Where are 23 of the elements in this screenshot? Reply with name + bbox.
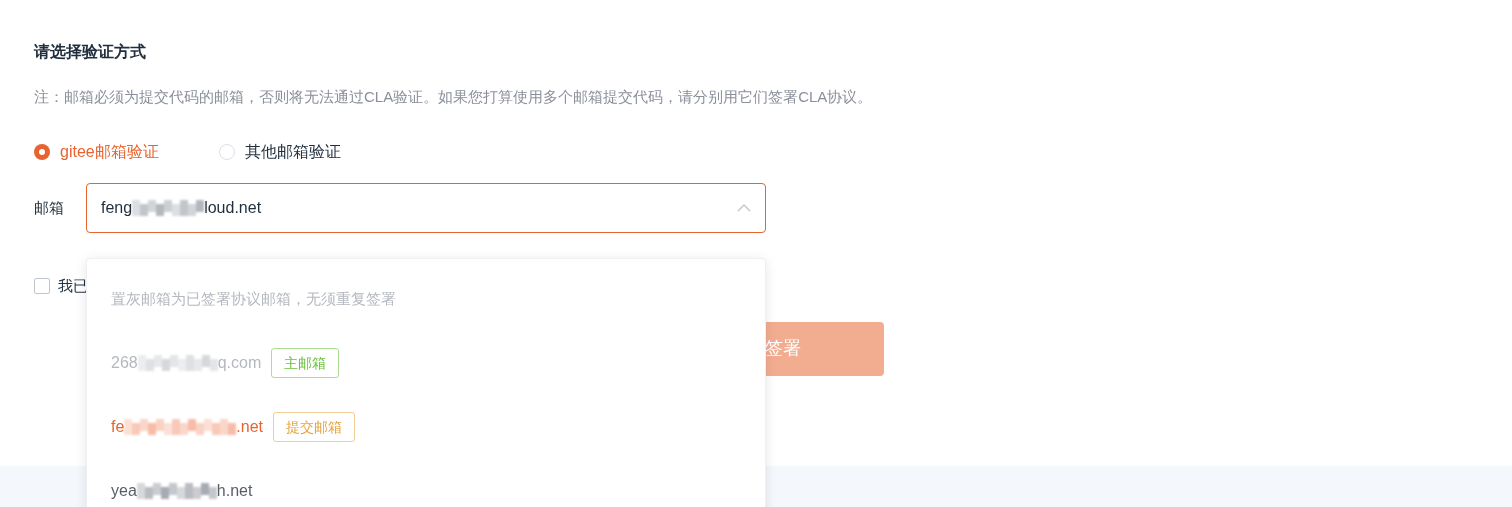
- email-text: yea: [111, 481, 137, 501]
- field-label: 邮箱: [34, 197, 65, 218]
- caret-icon: [737, 204, 751, 212]
- email-tag: 主邮箱: [271, 348, 340, 378]
- radio-option[interactable]: 其他邮箱验证: [218, 140, 341, 164]
- dropdown-option[interactable]: yea h.net: [111, 475, 253, 507]
- radio-option[interactable]: gitee邮箱验证: [34, 140, 159, 164]
- note-text: 注：邮箱必须为提交代码的邮箱，否则将无法通过CLA验证。如果您打算使用多个邮箱提交代码，请分别用它们签署CLA协议。: [34, 87, 873, 107]
- email-text: fe: [111, 417, 125, 437]
- radio-button[interactable]: [34, 144, 50, 160]
- email-tag: 提交邮箱: [273, 412, 356, 442]
- checkbox[interactable]: [34, 278, 50, 295]
- section-heading: 请选择验证方式: [34, 42, 146, 62]
- email-text: q.com: [217, 353, 262, 373]
- radio-button[interactable]: [218, 144, 235, 160]
- dropdown-option[interactable]: fe .net 提交邮箱: [111, 411, 356, 443]
- dropdown-hint: 置灰邮箱为已签署协议邮箱，无须重复签署: [111, 289, 396, 309]
- email-text: .net: [236, 417, 264, 437]
- email-text: loud.net: [204, 198, 262, 218]
- email-text: feng: [101, 198, 133, 218]
- email-text: 268: [111, 353, 138, 373]
- email-text: h.net: [216, 481, 253, 501]
- email-select[interactable]: feng loud.net: [86, 183, 766, 233]
